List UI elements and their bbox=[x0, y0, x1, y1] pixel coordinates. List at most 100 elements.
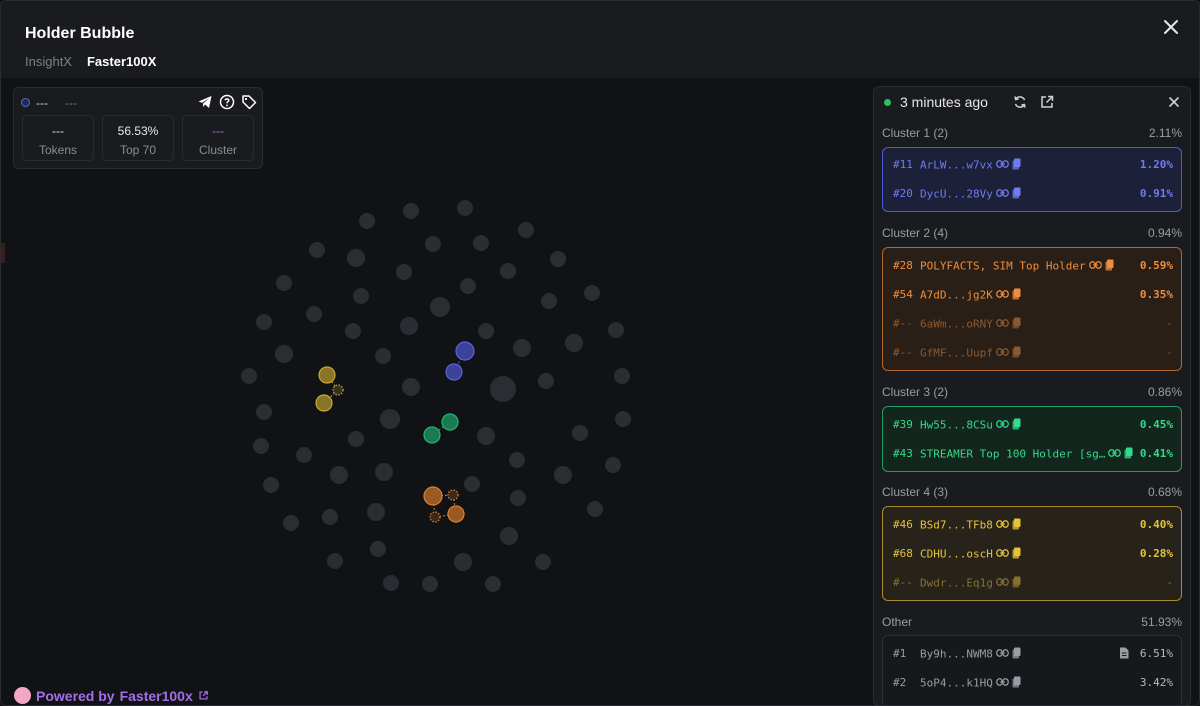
holder-bubble[interactable] bbox=[572, 425, 588, 441]
link-icon[interactable] bbox=[995, 677, 1009, 690]
holder-bubble[interactable] bbox=[345, 323, 361, 339]
list-item[interactable]: #1 By9h...NWM8 6.51% bbox=[893, 646, 1173, 662]
cluster-bubble[interactable] bbox=[332, 384, 344, 396]
holder-bubble[interactable] bbox=[400, 317, 418, 335]
cluster-bubble[interactable] bbox=[429, 511, 441, 523]
list-item[interactable]: #-- 6aWm...oRNY - bbox=[893, 316, 1173, 332]
list-item[interactable]: #-- GfMF...Uupf - bbox=[893, 345, 1173, 361]
cluster-bubble[interactable] bbox=[455, 341, 475, 361]
holder-bubble[interactable] bbox=[309, 242, 325, 258]
list-item[interactable]: #20 DycU...28Vy 0.91% bbox=[893, 186, 1173, 202]
holder-bubble[interactable] bbox=[464, 476, 480, 492]
holder-bubble[interactable] bbox=[535, 554, 551, 570]
holder-bubble[interactable] bbox=[554, 466, 572, 484]
holder-bubble[interactable] bbox=[614, 368, 630, 384]
holder-bubble[interactable] bbox=[348, 431, 364, 447]
holder-bubble[interactable] bbox=[615, 411, 631, 427]
tab-faster100x[interactable]: Faster100X bbox=[87, 54, 156, 69]
copy-icon[interactable] bbox=[1012, 676, 1021, 691]
link-icon[interactable] bbox=[995, 648, 1009, 661]
holder-bubble[interactable] bbox=[347, 249, 365, 267]
cluster-bubble[interactable] bbox=[315, 394, 333, 412]
list-item[interactable]: #46 BSd7...TFb8 0.40% bbox=[893, 517, 1173, 533]
tab-insightx[interactable]: InsightX bbox=[25, 54, 72, 69]
copy-icon[interactable] bbox=[1124, 447, 1133, 462]
cluster-bubble[interactable] bbox=[318, 366, 336, 384]
holder-bubble[interactable] bbox=[256, 314, 272, 330]
link-icon[interactable] bbox=[995, 318, 1009, 331]
link-icon[interactable] bbox=[995, 419, 1009, 432]
holder-bubble[interactable] bbox=[550, 251, 566, 267]
holder-bubble[interactable] bbox=[584, 285, 600, 301]
holder-bubble[interactable] bbox=[500, 527, 518, 545]
list-item[interactable]: #11 ArLW...w7vx 1.20% bbox=[893, 157, 1173, 173]
holder-bubble[interactable] bbox=[509, 452, 525, 468]
holder-bubble[interactable] bbox=[263, 477, 279, 493]
holder-bubble[interactable] bbox=[383, 575, 399, 591]
refresh-icon[interactable] bbox=[1012, 94, 1028, 110]
copy-icon[interactable] bbox=[1105, 259, 1114, 274]
holder-bubble[interactable] bbox=[500, 263, 516, 279]
cluster-bubble[interactable] bbox=[447, 505, 465, 523]
list-item[interactable]: #39 Hw55...8CSu 0.45% bbox=[893, 417, 1173, 433]
holder-bubble[interactable] bbox=[241, 368, 257, 384]
cluster-bubble[interactable] bbox=[445, 363, 463, 381]
link-icon[interactable] bbox=[995, 347, 1009, 360]
holder-bubble[interactable] bbox=[403, 203, 419, 219]
holder-bubble[interactable] bbox=[327, 553, 343, 569]
holder-bubble[interactable] bbox=[538, 373, 554, 389]
link-icon[interactable] bbox=[995, 577, 1009, 590]
holder-bubble[interactable] bbox=[473, 235, 489, 251]
copy-icon[interactable] bbox=[1012, 647, 1021, 662]
holder-bubble[interactable] bbox=[353, 288, 369, 304]
copy-icon[interactable] bbox=[1012, 288, 1021, 303]
holder-bubble[interactable] bbox=[541, 293, 557, 309]
cluster-bubble[interactable] bbox=[423, 486, 443, 506]
holder-bubble[interactable] bbox=[425, 236, 441, 252]
list-item[interactable]: #43 STREAMER Top 100 Holder [sg… 0.41% bbox=[893, 446, 1173, 462]
holder-bubble[interactable] bbox=[430, 297, 450, 317]
list-item[interactable]: #-- Dwdr...Eq1g - bbox=[893, 575, 1173, 591]
link-icon[interactable] bbox=[1108, 448, 1122, 461]
list-item[interactable]: #2 5oP4...k1HQ 3.42% bbox=[893, 675, 1173, 691]
holder-bubble[interactable] bbox=[454, 553, 472, 571]
holder-bubble[interactable] bbox=[485, 576, 501, 592]
external-link-icon[interactable] bbox=[1039, 94, 1055, 110]
copy-icon[interactable] bbox=[1012, 317, 1021, 332]
list-item[interactable]: #54 A7dD...jg2K 0.35% bbox=[893, 287, 1173, 303]
holder-bubble[interactable] bbox=[276, 275, 292, 291]
holder-bubble[interactable] bbox=[422, 576, 438, 592]
holder-bubble[interactable] bbox=[370, 541, 386, 557]
copy-icon[interactable] bbox=[1012, 187, 1021, 202]
holder-bubble[interactable] bbox=[396, 264, 412, 280]
holder-bubble[interactable] bbox=[460, 278, 476, 294]
holder-bubble[interactable] bbox=[510, 490, 526, 506]
holder-bubble[interactable] bbox=[275, 345, 293, 363]
holder-bubble[interactable] bbox=[587, 501, 603, 517]
holder-bubble[interactable] bbox=[380, 409, 400, 429]
holder-bubble[interactable] bbox=[306, 306, 322, 322]
powered-by-link[interactable]: Powered by Faster100x bbox=[14, 687, 209, 704]
close-icon[interactable] bbox=[1159, 15, 1183, 39]
holder-bubble[interactable] bbox=[477, 427, 495, 445]
link-icon[interactable] bbox=[995, 548, 1009, 561]
holder-bubble[interactable] bbox=[375, 348, 391, 364]
copy-icon[interactable] bbox=[1012, 518, 1021, 533]
cluster-bubble[interactable] bbox=[441, 413, 459, 431]
holder-bubble[interactable] bbox=[359, 213, 375, 229]
link-icon[interactable] bbox=[1088, 260, 1102, 273]
holder-bubble[interactable] bbox=[367, 503, 385, 521]
holder-bubble[interactable] bbox=[375, 463, 393, 481]
help-icon[interactable] bbox=[219, 94, 235, 110]
holder-bubble[interactable] bbox=[322, 509, 338, 525]
link-icon[interactable] bbox=[995, 188, 1009, 201]
holder-bubble[interactable] bbox=[283, 515, 299, 531]
copy-icon[interactable] bbox=[1012, 547, 1021, 562]
copy-icon[interactable] bbox=[1012, 346, 1021, 361]
link-icon[interactable] bbox=[995, 289, 1009, 302]
holder-bubble[interactable] bbox=[478, 323, 494, 339]
holder-bubble[interactable] bbox=[518, 222, 534, 238]
holder-bubble[interactable] bbox=[513, 339, 531, 357]
holder-bubble[interactable] bbox=[490, 376, 516, 402]
copy-icon[interactable] bbox=[1012, 158, 1021, 173]
